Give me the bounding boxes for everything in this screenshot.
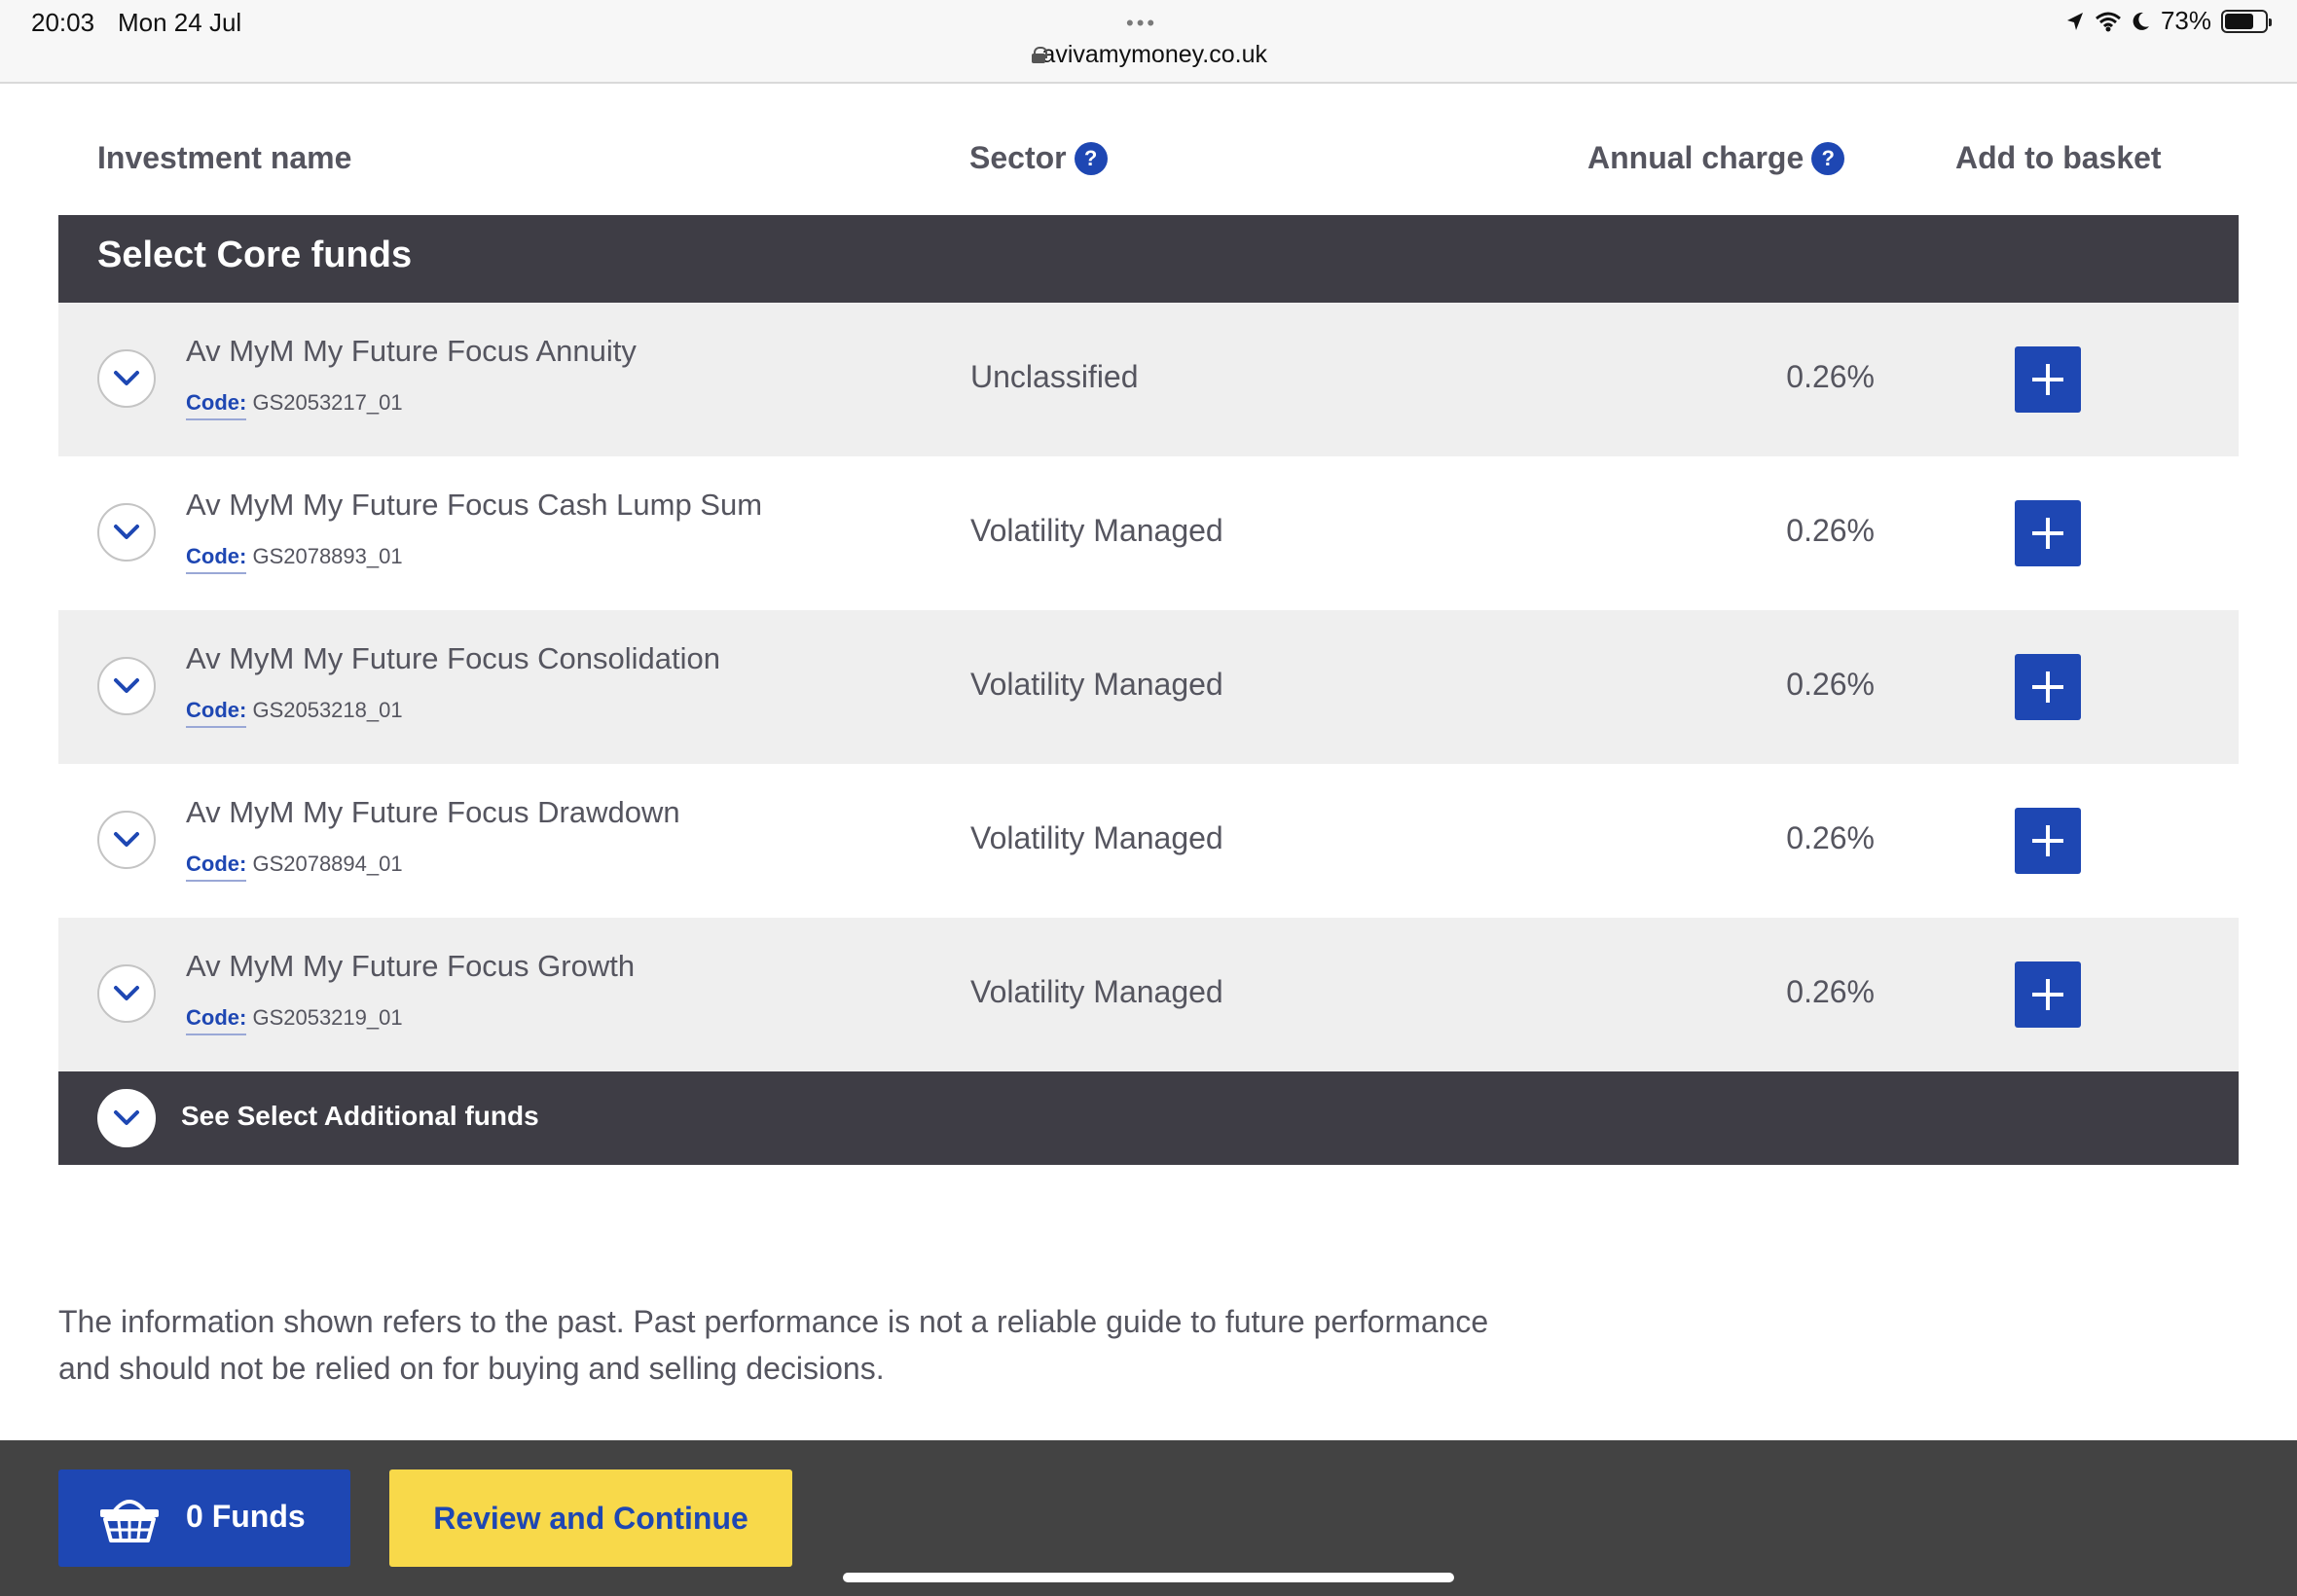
column-add-to-basket-label: Add to basket: [1955, 140, 2162, 175]
see-additional-funds-bar[interactable]: See Select Additional funds: [58, 1071, 2239, 1165]
add-to-basket-button[interactable]: [2015, 500, 2081, 566]
basket-button[interactable]: 0 Funds: [58, 1469, 350, 1567]
fund-charge: 0.26%: [1786, 974, 1875, 1009]
fund-code-label[interactable]: Code:: [186, 1005, 247, 1035]
chevron-down-icon: [114, 371, 139, 385]
add-to-basket-button[interactable]: [2015, 808, 2081, 874]
fund-name: Av MyM My Future Focus Growth: [186, 949, 636, 983]
expand-button[interactable]: [97, 811, 156, 869]
table-row: Av MyM My Future Focus Consolidation Cod…: [58, 610, 2239, 764]
review-and-continue-button[interactable]: Review and Continue: [389, 1469, 792, 1567]
column-annual-charge-label: Annual charge: [1587, 140, 1805, 175]
fund-code-label[interactable]: Code:: [186, 698, 247, 728]
see-additional-funds-label[interactable]: See Select Additional funds: [181, 1101, 539, 1132]
location-icon: [2066, 12, 2083, 30]
column-sector: Sector ?: [969, 140, 1108, 176]
status-date: Mon 24 Jul: [118, 8, 242, 37]
fund-sector: Unclassified: [970, 359, 1139, 394]
section-core-funds: Select Core funds: [58, 215, 2239, 303]
fund-code-label[interactable]: Code:: [186, 852, 247, 882]
status-icons: 73%: [2065, 6, 2272, 36]
fund-code-label[interactable]: Code:: [186, 544, 247, 574]
fund-code: Code: GS2053219_01: [186, 1005, 403, 1035]
fund-name: Av MyM My Future Focus Annuity: [186, 334, 637, 368]
fund-sector: Volatility Managed: [970, 974, 1223, 1009]
table-header: Investment name Sector ? Annual charge ?…: [58, 136, 2239, 187]
expand-additional-button[interactable]: [97, 1089, 156, 1147]
annual-charge-help-icon[interactable]: ?: [1811, 141, 1845, 175]
expand-button[interactable]: [97, 964, 156, 1023]
fund-code-value: GS2053218_01: [252, 698, 403, 722]
chevron-down-icon: [114, 986, 139, 1000]
moon-icon: [2133, 12, 2149, 30]
column-annual-charge: Annual charge ?: [1587, 140, 1845, 176]
fund-name: Av MyM My Future Focus Cash Lump Sum: [186, 488, 763, 522]
table-row: Av MyM My Future Focus Cash Lump Sum Cod…: [58, 456, 2239, 610]
plus-icon: [2032, 518, 2063, 549]
fund-code-value: GS2078894_01: [252, 852, 403, 876]
fund-charge: 0.26%: [1786, 667, 1875, 702]
battery-icon: [2221, 9, 2272, 33]
fund-code: Code: GS2078894_01: [186, 852, 403, 882]
column-investment-name: Investment name: [97, 140, 351, 176]
chevron-down-icon: [114, 832, 139, 847]
fund-code: Code: GS2053218_01: [186, 698, 403, 728]
table-row: Av MyM My Future Focus Growth Code: GS20…: [58, 918, 2239, 1071]
fund-sector: Volatility Managed: [970, 820, 1223, 855]
lock-icon: [1032, 47, 1051, 63]
fund-sector: Volatility Managed: [970, 513, 1223, 548]
expand-button[interactable]: [97, 657, 156, 715]
fund-name: Av MyM My Future Focus Drawdown: [186, 795, 680, 829]
section-title: Select Core funds: [97, 235, 413, 275]
basket-icon: [100, 1500, 159, 1542]
add-to-basket-button[interactable]: [2015, 654, 2081, 720]
fund-charge: 0.26%: [1786, 359, 1875, 394]
fund-code: Code: GS2053217_01: [186, 390, 403, 420]
add-to-basket-button[interactable]: [2015, 346, 2081, 413]
add-to-basket-button[interactable]: [2015, 961, 2081, 1028]
fund-code-value: GS2053219_01: [252, 1005, 403, 1030]
status-bar: 20:03 Mon 24 Jul ••• avivamymoney.co.uk …: [0, 0, 2297, 84]
fund-sector: Volatility Managed: [970, 667, 1223, 702]
chevron-down-icon: [114, 678, 139, 693]
battery-percent: 73%: [2160, 6, 2211, 35]
table-row: Av MyM My Future Focus Annuity Code: GS2…: [58, 303, 2239, 456]
plus-icon: [2032, 364, 2063, 395]
address-bar[interactable]: avivamymoney.co.uk: [1032, 41, 1267, 69]
fund-code-value: GS2053217_01: [252, 390, 403, 415]
wifi-icon: [2095, 12, 2121, 31]
chevron-down-icon: [114, 525, 139, 539]
column-sector-label: Sector: [969, 140, 1067, 175]
chevron-down-icon: [114, 1110, 139, 1125]
home-indicator[interactable]: [843, 1573, 1454, 1582]
address-url: avivamymoney.co.uk: [1041, 41, 1267, 68]
expand-button[interactable]: [97, 349, 156, 408]
fund-charge: 0.26%: [1786, 513, 1875, 548]
column-add-to-basket: Add to basket: [1955, 140, 2162, 176]
column-investment-name-label: Investment name: [97, 140, 352, 175]
fund-code: Code: GS2078893_01: [186, 544, 403, 574]
fund-code-value: GS2078893_01: [252, 544, 403, 568]
fund-code-label[interactable]: Code:: [186, 390, 247, 420]
past-performance-disclaimer: The information shown refers to the past…: [58, 1304, 1489, 1386]
fund-charge: 0.26%: [1786, 820, 1875, 855]
browser-menu-dots[interactable]: •••: [1126, 11, 1157, 36]
plus-icon: [2032, 825, 2063, 856]
basket-count-label: 0 Funds: [186, 1499, 306, 1534]
fund-name: Av MyM My Future Focus Consolidation: [186, 641, 721, 675]
table-row: Av MyM My Future Focus Drawdown Code: GS…: [58, 764, 2239, 918]
expand-button[interactable]: [97, 503, 156, 562]
plus-icon: [2032, 979, 2063, 1010]
status-time: 20:03: [31, 8, 95, 37]
sector-help-icon[interactable]: ?: [1074, 141, 1108, 175]
plus-icon: [2032, 671, 2063, 703]
